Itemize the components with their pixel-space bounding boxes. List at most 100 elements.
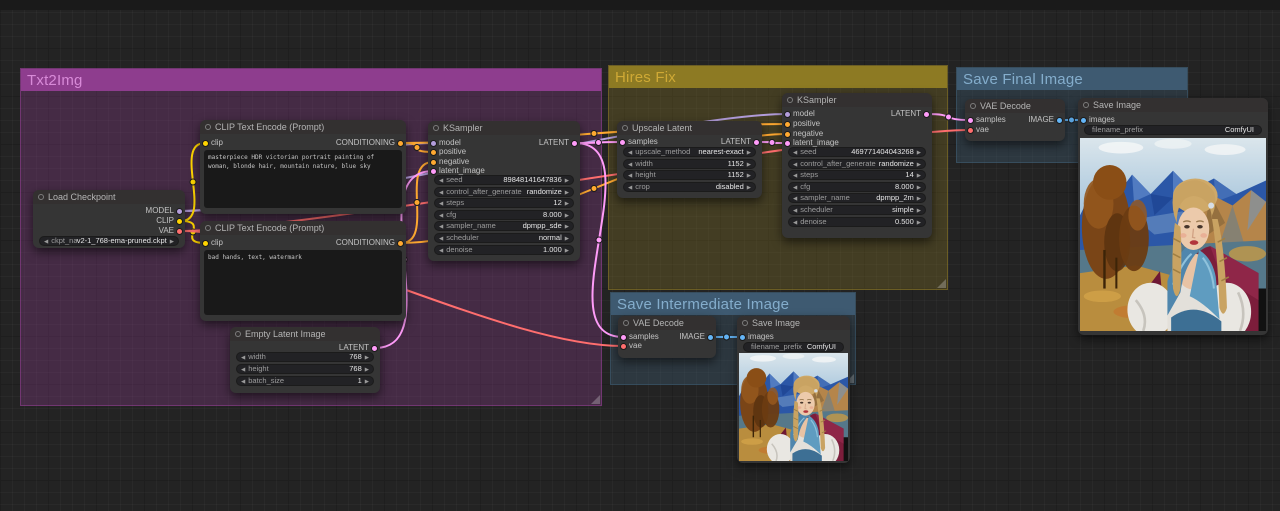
- decrement-arrow-icon[interactable]: [241, 364, 245, 375]
- widget-control-after-generate[interactable]: control_after_generaterandomize: [788, 159, 926, 169]
- increment-arrow-icon[interactable]: [565, 210, 569, 221]
- node-header[interactable]: VAE Decode: [618, 316, 716, 330]
- increment-arrow-icon[interactable]: [917, 217, 921, 228]
- widget-denoise[interactable]: denoise0.500: [788, 217, 926, 227]
- decrement-arrow-icon[interactable]: [439, 198, 443, 209]
- input-port-samples[interactable]: [967, 116, 974, 124]
- output-port-latent[interactable]: [923, 110, 930, 118]
- decrement-arrow-icon[interactable]: [439, 210, 443, 221]
- widget-sampler-name[interactable]: sampler_namedpmpp_2m: [788, 193, 926, 203]
- widget-width[interactable]: width1152: [623, 159, 756, 169]
- node-header[interactable]: Load Checkpoint: [33, 190, 185, 204]
- input-port-clip[interactable]: [202, 239, 209, 247]
- input-port-clip[interactable]: [202, 139, 209, 147]
- increment-arrow-icon[interactable]: [365, 376, 369, 387]
- decrement-arrow-icon[interactable]: [628, 159, 632, 170]
- widget-crop[interactable]: cropdisabled: [623, 182, 756, 192]
- node-clip-text-encode-positive[interactable]: CLIP Text Encode (Prompt) clip CONDITION…: [200, 120, 406, 214]
- widget-cfg[interactable]: cfg8.000: [434, 210, 574, 220]
- widget-seed[interactable]: seed89848141647836: [434, 175, 574, 185]
- decrement-arrow-icon[interactable]: [241, 376, 245, 387]
- increment-arrow-icon[interactable]: [917, 159, 921, 170]
- increment-arrow-icon[interactable]: [747, 147, 751, 158]
- node-clip-text-encode-negative[interactable]: CLIP Text Encode (Prompt) clip CONDITION…: [200, 221, 406, 321]
- node-header[interactable]: Save Image: [737, 316, 850, 330]
- widget-width[interactable]: width768: [236, 352, 374, 362]
- decrement-arrow-icon[interactable]: [793, 193, 797, 204]
- increment-arrow-icon[interactable]: [917, 205, 921, 216]
- widget-sampler-name[interactable]: sampler_namedpmpp_sde: [434, 221, 574, 231]
- node-header[interactable]: Save Image: [1078, 98, 1268, 112]
- output-port-clip[interactable]: [176, 217, 183, 225]
- decrement-arrow-icon[interactable]: [628, 182, 632, 193]
- input-port-samples[interactable]: [619, 138, 626, 146]
- widget-seed[interactable]: seed469771404043268: [788, 147, 926, 157]
- prompt-textarea[interactable]: bad hands, text, watermark: [204, 250, 402, 315]
- node-save-image-intermediate[interactable]: Save Image images filename_prefix ComfyUI: [737, 316, 850, 463]
- output-port-image[interactable]: [1056, 116, 1063, 124]
- decrement-arrow-icon[interactable]: [241, 352, 245, 363]
- widget-cfg[interactable]: cfg8.000: [788, 182, 926, 192]
- output-port-vae[interactable]: [176, 227, 183, 235]
- increment-arrow-icon[interactable]: [365, 364, 369, 375]
- widget-ckpt-name[interactable]: ckpt_name v2-1_768-ema-pruned.ckpt: [39, 236, 179, 246]
- node-load-checkpoint[interactable]: Load Checkpoint MODEL CLIP VAE ckpt_name…: [33, 190, 185, 248]
- increment-arrow-icon[interactable]: [565, 245, 569, 256]
- decrement-arrow-icon[interactable]: [439, 175, 443, 186]
- widget-filename-prefix[interactable]: filename_prefix ComfyUI: [1084, 125, 1262, 135]
- input-port-model[interactable]: [430, 139, 437, 147]
- increment-arrow-icon[interactable]: [565, 198, 569, 209]
- output-port-conditioning[interactable]: [397, 139, 404, 147]
- increment-arrow-icon[interactable]: [565, 233, 569, 244]
- input-port-latent-image[interactable]: [784, 139, 791, 147]
- increment-arrow-icon[interactable]: [565, 175, 569, 186]
- input-port-model[interactable]: [784, 110, 791, 118]
- group-title-txt2img[interactable]: Txt2Img: [21, 69, 601, 91]
- node-header[interactable]: VAE Decode: [965, 99, 1065, 113]
- output-port-latent[interactable]: [371, 344, 378, 352]
- output-port-image[interactable]: [707, 333, 714, 341]
- group-title-hires-fix[interactable]: Hires Fix: [609, 66, 947, 88]
- input-port-samples[interactable]: [620, 333, 627, 341]
- increment-arrow-icon[interactable]: [917, 147, 921, 158]
- widget-scheduler[interactable]: schedulersimple: [788, 205, 926, 215]
- node-save-image-final[interactable]: Save Image images filename_prefix ComfyUI: [1078, 98, 1268, 335]
- node-ksampler-2[interactable]: KSampler model LATENT positive negative …: [782, 93, 932, 238]
- increment-arrow-icon[interactable]: [170, 236, 174, 247]
- input-port-negative[interactable]: [430, 158, 437, 166]
- widget-height[interactable]: height768: [236, 364, 374, 374]
- node-ksampler-1[interactable]: KSampler model LATENT positive negative …: [428, 121, 580, 261]
- node-header[interactable]: KSampler: [428, 121, 580, 135]
- decrement-arrow-icon[interactable]: [793, 182, 797, 193]
- increment-arrow-icon[interactable]: [747, 182, 751, 193]
- node-header[interactable]: Empty Latent Image: [230, 327, 380, 341]
- node-header[interactable]: CLIP Text Encode (Prompt): [200, 221, 406, 235]
- input-port-latent-image[interactable]: [430, 167, 437, 175]
- decrement-arrow-icon[interactable]: [44, 236, 48, 247]
- output-port-conditioning[interactable]: [397, 239, 404, 247]
- increment-arrow-icon[interactable]: [917, 193, 921, 204]
- input-port-negative[interactable]: [784, 130, 791, 138]
- input-port-positive[interactable]: [784, 120, 791, 128]
- increment-arrow-icon[interactable]: [917, 182, 921, 193]
- input-port-positive[interactable]: [430, 148, 437, 156]
- decrement-arrow-icon[interactable]: [793, 147, 797, 158]
- group-title-save-final[interactable]: Save Final Image: [957, 68, 1187, 90]
- decrement-arrow-icon[interactable]: [628, 147, 632, 158]
- output-port-latent[interactable]: [571, 139, 578, 147]
- widget-scheduler[interactable]: schedulernormal: [434, 233, 574, 243]
- decrement-arrow-icon[interactable]: [793, 205, 797, 216]
- node-empty-latent-image[interactable]: Empty Latent Image LATENT width768 heigh…: [230, 327, 380, 393]
- increment-arrow-icon[interactable]: [917, 170, 921, 181]
- widget-denoise[interactable]: denoise1.000: [434, 245, 574, 255]
- graph-canvas[interactable]: Txt2Img Hires Fix Save Intermediate Imag…: [0, 0, 1280, 511]
- increment-arrow-icon[interactable]: [747, 159, 751, 170]
- output-port-model[interactable]: [176, 207, 183, 215]
- node-vae-decode-intermediate[interactable]: VAE Decode samples IMAGE vae: [618, 316, 716, 358]
- node-header[interactable]: Upscale Latent: [617, 121, 762, 135]
- widget-steps[interactable]: steps12: [434, 198, 574, 208]
- decrement-arrow-icon[interactable]: [793, 159, 797, 170]
- node-header[interactable]: CLIP Text Encode (Prompt): [200, 120, 406, 134]
- decrement-arrow-icon[interactable]: [439, 233, 443, 244]
- group-title-save-intermediate[interactable]: Save Intermediate Image: [611, 293, 855, 315]
